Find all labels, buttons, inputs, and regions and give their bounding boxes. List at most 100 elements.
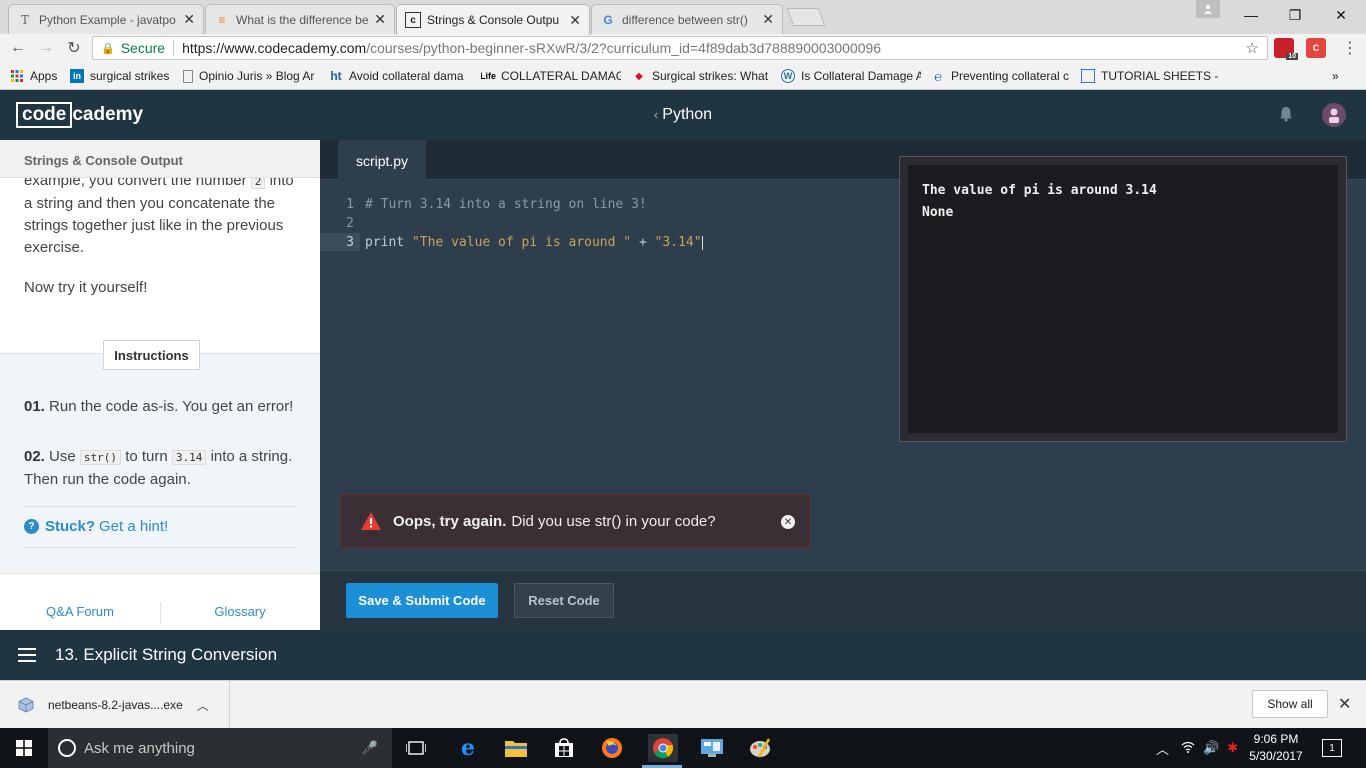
browser-tab-google[interactable]: G difference between str() ✕ [591,4,783,34]
chevron-up-icon[interactable]: ︿ [197,697,209,714]
chrome-menu-icon[interactable]: ⋮ [1338,37,1362,59]
bookmark-surgical-strikes-what[interactable]: ◆ Surgical strikes: What [632,67,768,85]
forward-icon[interactable]: → [34,37,58,59]
instructions-tab[interactable]: Instructions [103,340,200,370]
bookmark-avoid-collateral[interactable]: ht Avoid collateral dama [329,67,469,85]
address-bar[interactable]: 🔒 Secure https://www.codecademy.com/cour… [92,36,1268,60]
firefox-icon[interactable] [598,734,626,762]
close-tab-icon[interactable]: ✕ [762,11,774,28]
error-message: Did you use str() in your code? [511,512,716,530]
chevron-up-icon[interactable]: ︿ [1156,739,1169,758]
code-operator: + [631,235,655,250]
cortana-search-box[interactable]: Ask me anything 🎤 [48,728,392,768]
microphone-icon[interactable]: 🎤 [362,740,378,756]
bookmark-is-collateral-damage[interactable]: W Is Collateral Damage A [781,67,921,85]
clock-time: 9:06 PM [1253,732,1299,746]
save-submit-button[interactable]: Save & Submit Code [346,583,498,618]
clock-date: 5/30/2017 [1249,749,1303,763]
close-window-icon[interactable]: ✕ [1318,0,1364,30]
system-tray: ︿ 🔊 ✱ [1156,728,1238,768]
tab-title: What is the difference be [236,12,369,27]
notification-bell-icon[interactable] [1278,106,1294,127]
store-icon[interactable] [550,734,578,762]
wifi-icon[interactable] [1181,741,1195,756]
volume-icon[interactable]: 🔊 [1203,740,1219,756]
paint-icon[interactable] [746,734,774,762]
error-banner: Oops, try again. Did you use str() in yo… [340,494,810,548]
close-error-icon[interactable]: ✕ [781,515,795,529]
code-line-1[interactable]: # Turn 3.14 into a string on line 3! [365,197,647,212]
download-filename: netbeans-8.2-javas....exe [48,698,183,712]
line-number: 2 [346,216,354,231]
code-keyword: print [365,235,412,250]
step-text: Use [49,448,76,465]
instruction-step-1: 01. Run the code as-is. You get an error… [24,396,300,418]
minimize-window-icon[interactable]: — [1228,0,1274,30]
course-breadcrumb[interactable]: ‹ Python [0,106,1366,124]
file-explorer-icon[interactable] [502,734,530,762]
task-view-icon[interactable] [402,734,430,762]
taskbar-clock[interactable]: 9:06 PM 5/30/2017 [1244,731,1308,765]
show-all-downloads-button[interactable]: Show all [1252,690,1328,718]
url-path: /courses/python-beginner-sRXwR/3/2?curri… [366,40,882,56]
bookmark-label: Opinio Juris » Blog Ar [199,69,315,83]
lesson-navigation-bar: 13. Explicit String Conversion [0,630,1366,680]
file-tab-script[interactable]: script.py [338,140,426,181]
bookmarks-overflow-icon[interactable]: » [1332,67,1346,85]
back-icon[interactable]: ← [6,37,30,59]
edge-browser-icon[interactable]: e [454,734,482,762]
close-tab-icon[interactable]: ✕ [374,11,386,28]
reset-code-button[interactable]: Reset Code [514,583,614,618]
bookmark-collateral-damage[interactable]: Life COLLATERAL DAMAGE [481,67,621,85]
antivirus-icon[interactable]: ✱ [1227,740,1238,756]
output-console: The value of pi is around 3.14 None [899,156,1347,442]
bookmark-label: surgical strikes [90,69,170,83]
console-line: The value of pi is around 3.14 [922,183,1157,198]
browser-tab-javatpoint[interactable]: T Python Example - javatpo ✕ [8,4,204,34]
apps-grid-icon [10,69,24,83]
step-number: 02. [24,448,45,465]
download-item[interactable]: netbeans-8.2-javas....exe ︿ [0,681,230,729]
bookmark-apps[interactable]: Apps [10,67,66,85]
close-downloads-icon[interactable]: ✕ [1338,694,1351,714]
glossary-link[interactable]: Glossary [160,604,320,619]
code-string: "3.14" [654,235,702,250]
browser-tab-codecademy[interactable]: c Strings & Console Outpu ✕ [396,4,590,35]
lesson-section-title: Strings & Console Output [0,140,320,178]
bookmark-opinio-juris[interactable]: Opinio Juris » Blog Ar [183,67,317,85]
action-center-icon[interactable]: 1 [1322,739,1342,757]
new-tab-button[interactable] [786,8,826,26]
linkedin-icon: in [70,69,84,83]
browser-tab-stackoverflow[interactable]: ≡ What is the difference be ✕ [205,4,395,34]
bookmark-preventing-collateral[interactable]: ℮ Preventing collateral c [931,67,1071,85]
user-avatar[interactable] [1322,103,1346,127]
profile-icon[interactable] [1196,0,1220,18]
bookmark-tutorial-sheets[interactable]: TUTORIAL SHEETS - A [1081,67,1221,85]
bookmark-label: Apps [30,69,58,83]
browser-tab-strip: T Python Example - javatpo ✕ ≡ What is t… [0,0,1366,35]
lesson-name[interactable]: 13. Explicit String Conversion [55,645,277,665]
adblock-extension-icon[interactable]: 10 [1274,38,1298,60]
codecademy-header: code cademy ‹ Python [0,90,1366,140]
lesson-paragraph: example, you convert the number 2 into a… [24,170,300,259]
close-tab-icon[interactable]: ✕ [183,11,195,28]
shield-extension-icon[interactable]: C [1306,38,1326,58]
secure-indicator[interactable]: 🔒 Secure [101,40,165,56]
chrome-icon[interactable] [648,734,678,762]
get-hint-link[interactable]: ? Stuck? Get a hint! [24,518,168,535]
qa-forum-link[interactable]: Q&A Forum [0,604,160,619]
control-panel-icon[interactable] [698,734,726,762]
bookmark-label: TUTORIAL SHEETS - A [1101,69,1221,83]
close-tab-icon[interactable]: ✕ [569,12,581,29]
lesson-panel: Strings & Console Output example, you co… [0,140,320,630]
code-line-3[interactable]: print "The value of pi is around " + "3.… [365,235,703,250]
hamburger-menu-icon[interactable] [18,648,36,662]
windows-start-icon[interactable] [0,728,48,768]
e-logo-icon: ℮ [934,68,942,84]
step-text: Run the code as-is. You get an error! [49,398,294,415]
bookmark-surgical-strikes[interactable]: in surgical strikes [70,67,174,85]
restore-window-icon[interactable]: ❐ [1272,0,1318,30]
bookmark-star-icon[interactable]: ☆ [1246,39,1259,57]
reload-icon[interactable]: ↻ [62,37,86,59]
downloads-bar: netbeans-8.2-javas....exe ︿ Show all ✕ [0,680,1366,729]
